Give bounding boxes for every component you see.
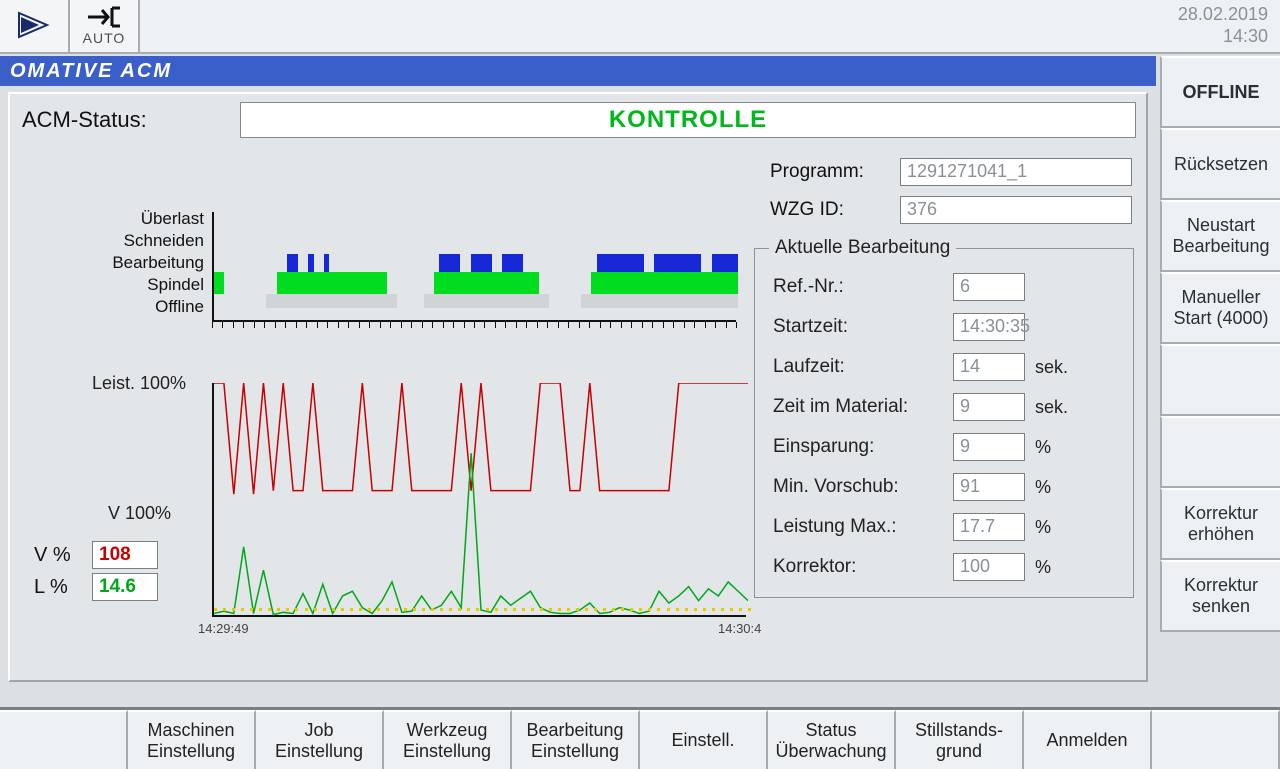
timeline-label-spindle: Spindel — [112, 274, 204, 296]
aktuelle-label-5: Min. Vorschub: — [773, 476, 953, 498]
bottom-btn-job-settings[interactable]: Job Einstellung — [256, 710, 384, 769]
right-button-column: OFFLINE Rücksetzen Neustart Bearbeitung … — [1160, 56, 1280, 693]
v-100-label: V 100% — [108, 503, 171, 524]
current-machining-legend: Aktuelle Bearbeitung — [769, 237, 956, 259]
aktuelle-row-7: Korrektor: 100 % — [773, 547, 1119, 587]
wzg-id-label: WZG ID: — [770, 199, 900, 221]
aktuelle-value-3: 9 — [953, 393, 1025, 421]
main-panel: ACM-Status: KONTROLLE Programm: 12912710… — [8, 92, 1148, 682]
auto-label: AUTO — [83, 30, 126, 46]
auto-mode-button[interactable]: AUTO — [70, 0, 140, 52]
acm-status-label: ACM-Status: — [22, 107, 222, 133]
bottom-btn-tool-settings[interactable]: Werkzeug Einstellung — [384, 710, 512, 769]
arrow-right-into-bracket-icon — [86, 6, 122, 28]
aktuelle-row-4: Einsparung: 9 % — [773, 427, 1119, 467]
aktuelle-value-2: 14 — [953, 353, 1025, 381]
aktuelle-row-0: Ref.-Nr.: 6 — [773, 267, 1119, 307]
v-percent-label: V % — [34, 544, 82, 567]
timeline-plot — [212, 212, 736, 322]
aktuelle-label-0: Ref.-Nr.: — [773, 276, 953, 298]
bottom-btn-machining-settings[interactable]: Bearbeitung Einstellung — [512, 710, 640, 769]
aktuelle-label-4: Einsparung: — [773, 436, 953, 458]
timeline-y-labels: Überlast Schneiden Bearbeitung Spindel O… — [112, 208, 204, 318]
aktuelle-unit-3: sek. — [1035, 397, 1068, 418]
correction-decrease-button[interactable]: Korrektur senken — [1160, 560, 1280, 632]
aktuelle-label-7: Korrektor: — [773, 556, 953, 578]
x-axis-left-label: 14:29:49 — [198, 621, 249, 636]
aktuelle-unit-2: sek. — [1035, 357, 1068, 378]
aktuelle-unit-7: % — [1035, 557, 1051, 578]
bottom-button-row: Maschinen Einstellung Job Einstellung We… — [0, 707, 1280, 769]
restart-machining-button[interactable]: Neustart Bearbeitung — [1160, 200, 1280, 272]
bottom-btn-machine-settings[interactable]: Maschinen Einstellung — [128, 710, 256, 769]
acm-status-row: ACM-Status: KONTROLLE — [14, 98, 1142, 142]
manual-start-button[interactable]: Manueller Start (4000) — [1160, 272, 1280, 344]
aktuelle-row-2: Laufzeit: 14 sek. — [773, 347, 1119, 387]
aktuelle-value-7: 100 — [953, 553, 1025, 581]
triangle-icon — [17, 11, 51, 39]
current-machining-fieldset: Aktuelle Bearbeitung Ref.-Nr.: 6 Startze… — [754, 248, 1134, 598]
bottom-btn-login[interactable]: Anmelden — [1024, 710, 1152, 769]
yellow-tick-row — [214, 607, 746, 615]
top-bar: AUTO 28.02.2019 14:30 — [0, 0, 1280, 54]
line-chart-plot — [212, 383, 746, 617]
app-title: OMATIVE ACM — [0, 56, 1156, 86]
timeline-label-machining: Bearbeitung — [112, 252, 204, 274]
l-percent-value: 14.6 — [92, 573, 158, 601]
bottom-btn-9[interactable] — [1152, 710, 1280, 769]
x-axis-right-label: 14:30:4 — [718, 621, 761, 636]
reset-button[interactable]: Rücksetzen — [1160, 128, 1280, 200]
l-percent-field: L % 14.6 — [34, 573, 158, 601]
l-percent-label: L % — [34, 576, 82, 599]
correction-increase-button[interactable]: Korrektur erhöhen — [1160, 488, 1280, 560]
aktuelle-row-1: Startzeit: 14:30:35 — [773, 307, 1119, 347]
nav-triangle-button[interactable] — [0, 0, 70, 52]
datetime-display: 28.02.2019 14:30 — [1178, 0, 1280, 52]
line-chart-svg — [214, 383, 748, 617]
aktuelle-value-6: 17.7 — [953, 513, 1025, 541]
programm-row: Programm: 1291271041_1 — [770, 158, 1132, 186]
timeline-label-cutting: Schneiden — [112, 230, 204, 252]
v-percent-value: 108 — [92, 541, 158, 569]
empty-right-button-2[interactable] — [1160, 416, 1280, 488]
timeline-label-overload: Überlast — [112, 208, 204, 230]
bottom-btn-downtime-reason[interactable]: Stillstands-grund — [896, 710, 1024, 769]
aktuelle-unit-4: % — [1035, 437, 1051, 458]
timeline-label-offline: Offline — [112, 296, 204, 318]
time-text: 14:30 — [1178, 26, 1268, 48]
line-chart: Leist. 100% V 100% V % 108 L % 14.6 14:2… — [24, 373, 754, 653]
acm-status-value: KONTROLLE — [240, 102, 1136, 138]
wzg-id-row: WZG ID: 376 — [770, 196, 1132, 224]
bottom-btn-0[interactable] — [0, 710, 128, 769]
bottom-btn-status-monitoring[interactable]: Status Überwachung — [768, 710, 896, 769]
aktuelle-value-0: 6 — [953, 273, 1025, 301]
leist-100-label: Leist. 100% — [92, 373, 186, 394]
aktuelle-value-4: 9 — [953, 433, 1025, 461]
aktuelle-label-6: Leistung Max.: — [773, 516, 953, 538]
aktuelle-value-5: 91 — [953, 473, 1025, 501]
v-percent-field: V % 108 — [34, 541, 158, 569]
aktuelle-unit-5: % — [1035, 477, 1051, 498]
date-text: 28.02.2019 — [1178, 4, 1268, 26]
programm-value: 1291271041_1 — [900, 158, 1132, 186]
aktuelle-row-5: Min. Vorschub: 91 % — [773, 467, 1119, 507]
aktuelle-label-3: Zeit im Material: — [773, 396, 953, 418]
programm-label: Programm: — [770, 161, 900, 183]
empty-right-button-1[interactable] — [1160, 344, 1280, 416]
aktuelle-row-3: Zeit im Material: 9 sek. — [773, 387, 1119, 427]
wzg-id-value: 376 — [900, 196, 1132, 224]
aktuelle-unit-6: % — [1035, 517, 1051, 538]
aktuelle-row-6: Leistung Max.: 17.7 % — [773, 507, 1119, 547]
timeline-chart: Überlast Schneiden Bearbeitung Spindel O… — [104, 204, 744, 324]
offline-button[interactable]: OFFLINE — [1160, 56, 1280, 128]
aktuelle-label-2: Laufzeit: — [773, 356, 953, 378]
aktuelle-value-1: 14:30:35 — [953, 313, 1025, 341]
bottom-btn-settings[interactable]: Einstell. — [640, 710, 768, 769]
aktuelle-label-1: Startzeit: — [773, 316, 953, 338]
timeline-ticks — [212, 322, 736, 332]
